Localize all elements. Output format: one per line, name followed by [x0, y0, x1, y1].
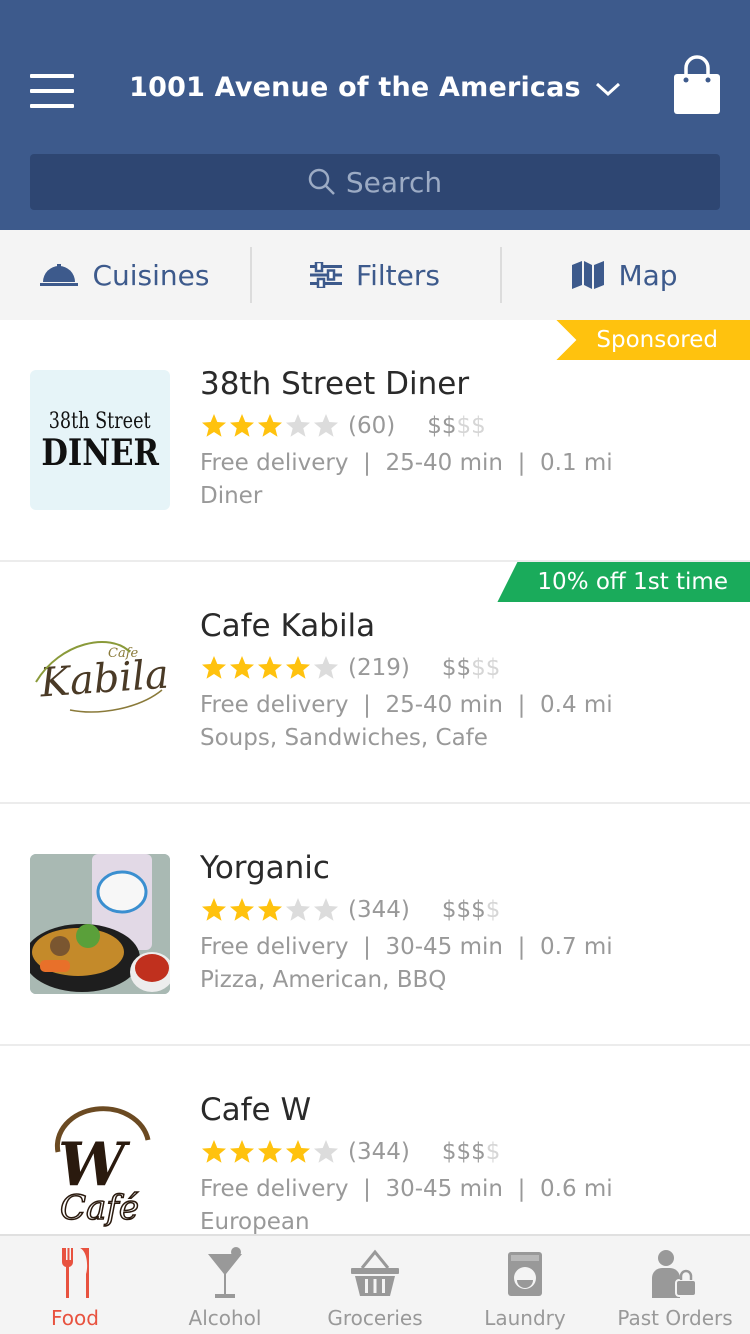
- star-filled-icon: [258, 1140, 282, 1163]
- sponsored-badge: Sponsored: [556, 320, 750, 360]
- person-bag-icon: [652, 1250, 697, 1298]
- star-empty-icon: [314, 898, 338, 921]
- star-filled-icon: [230, 414, 254, 437]
- star-empty-icon: [314, 656, 338, 679]
- logo-text-top: 38th Street: [49, 408, 151, 434]
- delivery-info: Free delivery | 30-45 min | 0.6 mi: [200, 1176, 613, 1202]
- price-level: $$$$: [441, 897, 501, 923]
- logo-word: Café: [59, 1187, 140, 1229]
- star-empty-icon: [286, 414, 310, 437]
- fork-knife-icon: [61, 1248, 89, 1298]
- logo-text-bottom: DINER: [41, 431, 159, 474]
- filters-button[interactable]: Filters: [250, 230, 500, 320]
- restaurant-card[interactable]: W Café Cafe W (344) $$$$ Free delivery |…: [0, 1046, 750, 1234]
- cuisines-button[interactable]: Cuisines: [0, 230, 250, 320]
- restaurant-logo: 38th Street DINER: [30, 370, 170, 510]
- star-filled-icon: [258, 656, 282, 679]
- map-label: Map: [618, 258, 678, 292]
- cloche-icon: [40, 264, 79, 286]
- promo-badge: 10% off 1st time: [497, 562, 750, 602]
- star-filled-icon: [286, 656, 310, 679]
- star-empty-icon: [314, 1140, 338, 1163]
- tab-alcohol-label: Alcohol: [188, 1306, 262, 1330]
- restaurant-name: 38th Street Diner: [200, 366, 470, 402]
- star-rating: [200, 1138, 340, 1166]
- star-filled-icon: [202, 1140, 226, 1163]
- star-rating: [200, 896, 340, 924]
- basket-icon: [351, 1249, 399, 1296]
- search-icon: [308, 168, 335, 195]
- delivery-info: Free delivery | 25-40 min | 0.1 mi: [200, 450, 613, 476]
- delivery-info: Free delivery | 30-45 min | 0.7 mi: [200, 934, 613, 960]
- price-level: $$$$: [441, 655, 501, 681]
- star-empty-icon: [314, 414, 338, 437]
- star-filled-icon: [230, 656, 254, 679]
- star-filled-icon: [258, 414, 282, 437]
- restaurant-list: Sponsored 38th Street DINER 38th Street …: [0, 320, 750, 1234]
- bottom-tab-bar: Food Alcohol Groceries Laundry Past Orde…: [0, 1234, 750, 1334]
- cuisine-tags: European: [200, 1209, 310, 1234]
- filters-label: Filters: [356, 258, 440, 292]
- tab-food[interactable]: Food: [0, 1236, 150, 1334]
- cuisine-tags: Pizza, American, BBQ: [200, 967, 447, 993]
- sliders-icon: [310, 262, 343, 288]
- cuisine-tags: Diner: [200, 483, 263, 509]
- review-count: (344): [348, 897, 410, 923]
- washing-machine-icon: [508, 1252, 542, 1296]
- food-photo-illustration: [30, 854, 170, 994]
- map-button[interactable]: Map: [500, 230, 750, 320]
- restaurant-name: Yorganic: [200, 850, 330, 886]
- tab-alcohol[interactable]: Alcohol: [150, 1236, 300, 1334]
- filter-bar: Cuisines Filters Map: [0, 230, 750, 320]
- restaurant-logo: Cafe Kabila: [30, 612, 170, 752]
- star-rating: [200, 412, 340, 440]
- star-filled-icon: [202, 656, 226, 679]
- star-filled-icon: [258, 898, 282, 921]
- tab-food-label: Food: [51, 1306, 99, 1330]
- star-filled-icon: [286, 1140, 310, 1163]
- tab-laundry[interactable]: Laundry: [450, 1236, 600, 1334]
- restaurant-name: Cafe W: [200, 1092, 312, 1128]
- restaurant-card[interactable]: Sponsored 38th Street DINER 38th Street …: [0, 320, 750, 562]
- restaurant-name: Cafe Kabila: [200, 608, 376, 644]
- chevron-down-icon: [595, 73, 621, 104]
- star-rating: [200, 654, 340, 682]
- app-header: 1001 Avenue of the Americas Search: [0, 0, 750, 230]
- review-count: (344): [348, 1139, 410, 1165]
- star-filled-icon: [230, 898, 254, 921]
- restaurant-card[interactable]: 10% off 1st time Cafe Kabila Cafe Kabila…: [0, 562, 750, 804]
- delivery-address-selector[interactable]: 1001 Avenue of the Americas: [0, 72, 750, 104]
- star-filled-icon: [202, 898, 226, 921]
- map-icon: [572, 261, 605, 289]
- delivery-address: 1001 Avenue of the Americas: [129, 72, 581, 103]
- review-count: (60): [348, 413, 396, 439]
- cocktail-icon: [208, 1247, 242, 1298]
- tab-laundry-label: Laundry: [484, 1306, 566, 1330]
- tab-groceries-label: Groceries: [327, 1306, 423, 1330]
- delivery-info: Free delivery | 25-40 min | 0.4 mi: [200, 692, 613, 718]
- price-level: $$$$: [427, 413, 486, 439]
- restaurant-logo: W Café: [30, 1096, 170, 1234]
- star-filled-icon: [202, 414, 226, 437]
- price-level: $$$$: [441, 1139, 501, 1165]
- tab-groceries[interactable]: Groceries: [300, 1236, 450, 1334]
- cuisine-tags: Soups, Sandwiches, Cafe: [200, 725, 488, 751]
- tab-past-orders-label: Past Orders: [617, 1306, 733, 1330]
- tab-past-orders[interactable]: Past Orders: [600, 1236, 750, 1334]
- search-input[interactable]: Search: [30, 154, 720, 210]
- cuisines-label: Cuisines: [92, 258, 210, 292]
- shopping-bag-icon[interactable]: [672, 54, 722, 116]
- restaurant-photo: [30, 854, 170, 994]
- review-count: (219): [348, 655, 410, 681]
- restaurant-card[interactable]: Yorganic (344) $$$$ Free delivery | 30-4…: [0, 804, 750, 1046]
- star-filled-icon: [230, 1140, 254, 1163]
- logo-swoosh: [35, 641, 163, 713]
- star-empty-icon: [286, 898, 310, 921]
- search-placeholder: Search: [345, 165, 443, 199]
